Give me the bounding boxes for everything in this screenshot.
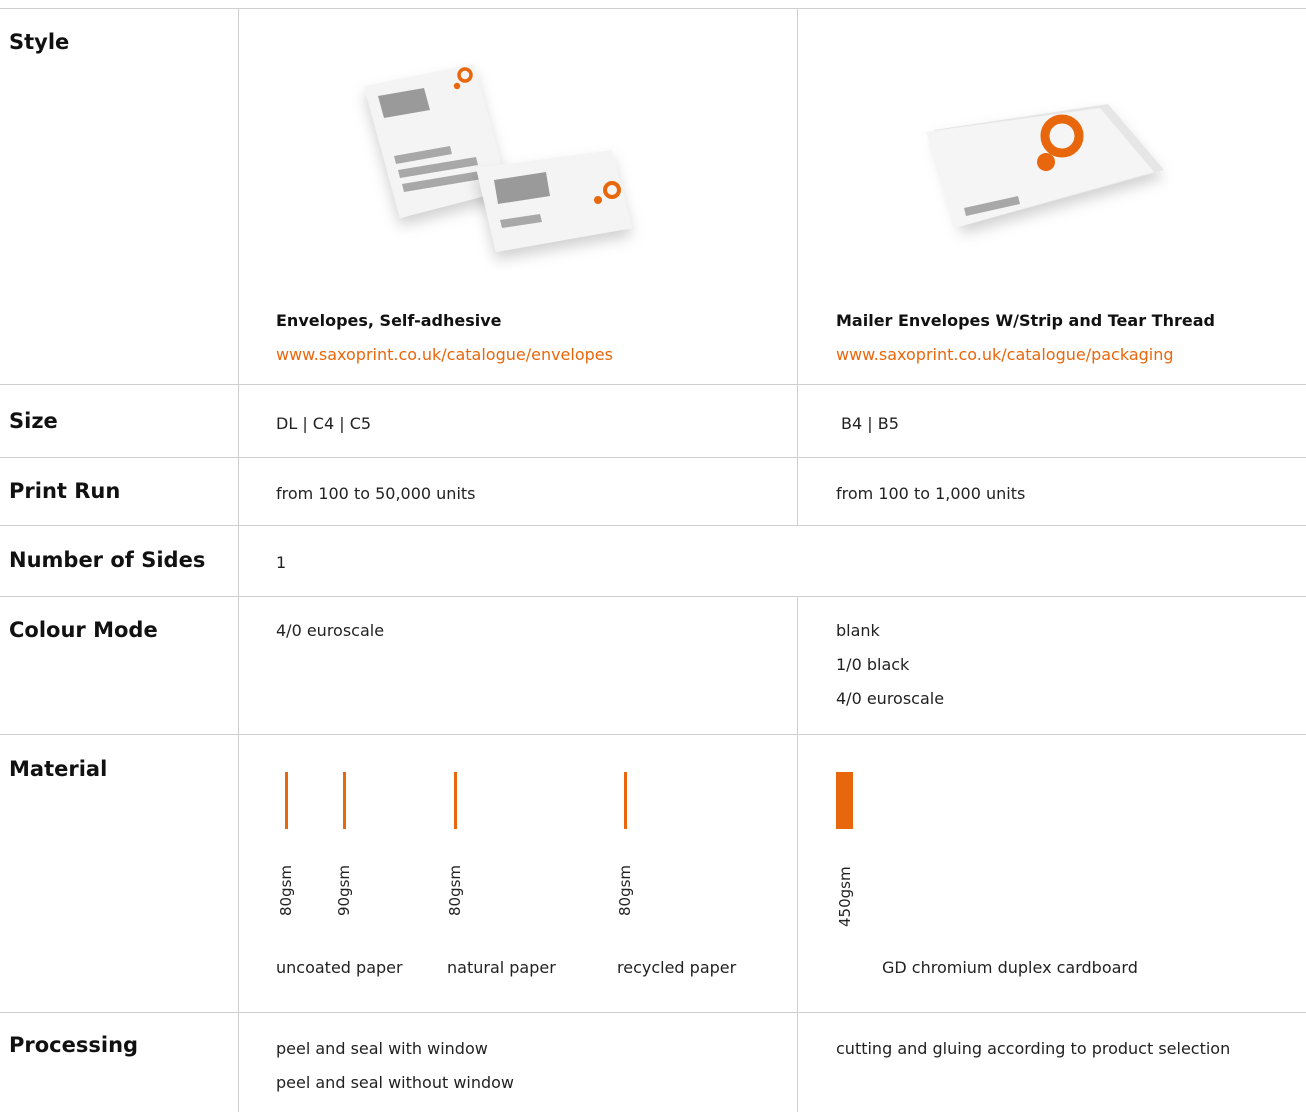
material-gsm-label: 80gsm	[616, 864, 634, 916]
material-weight-bar	[836, 772, 853, 829]
sides-value: 1	[276, 553, 287, 572]
divider	[0, 1012, 1306, 1013]
material-name: uncoated paper	[276, 958, 403, 977]
product-title: Mailer Envelopes W/Strip and Tear Thread	[836, 311, 1215, 330]
divider	[0, 525, 1306, 526]
processing-item: peel and seal with window	[276, 1039, 488, 1058]
divider	[0, 457, 1306, 458]
size-value: DL | C4 | C5	[276, 414, 372, 433]
row-label-number-of-sides: Number of Sides	[9, 548, 206, 572]
colour-mode-list: 4/0 euroscale	[276, 614, 384, 648]
material-gsm-label: 80gsm	[277, 864, 295, 916]
material-weight-bar	[454, 772, 457, 829]
divider	[0, 734, 1306, 735]
colour-mode-item: 4/0 euroscale	[836, 689, 945, 708]
divider	[0, 8, 1306, 9]
mailer-envelope-image	[926, 104, 1164, 228]
column-divider	[797, 8, 798, 526]
row-label-size: Size	[9, 409, 58, 433]
material-gsm-label: 80gsm	[446, 864, 464, 916]
material-name: recycled paper	[617, 958, 737, 977]
material-weight-bar	[624, 772, 627, 829]
row-label-processing: Processing	[9, 1033, 139, 1057]
processing-list: peel and seal with window peel and seal …	[276, 1032, 514, 1100]
processing-item: peel and seal without window	[276, 1073, 515, 1092]
size-value: B4 | B5	[841, 414, 899, 433]
material-gsm-label: 90gsm	[335, 864, 353, 916]
colour-mode-item: blank	[836, 621, 880, 640]
column-divider	[797, 596, 798, 1112]
colour-mode-list: blank 1/0 black 4/0 euroscale	[836, 614, 944, 716]
material-gsm-label: 450gsm	[836, 866, 854, 927]
product-link[interactable]: www.saxoprint.co.uk/catalogue/packaging	[836, 345, 1174, 364]
column-divider	[238, 8, 239, 1112]
divider	[0, 384, 1306, 385]
product-title: Envelopes, Self-adhesive	[276, 311, 502, 330]
row-label-material: Material	[9, 757, 108, 781]
row-label-style: Style	[9, 30, 70, 54]
row-label-colour-mode: Colour Mode	[9, 618, 158, 642]
processing-item: cutting and gluing according to product …	[836, 1039, 1231, 1058]
material-name: GD chromium duplex cardboard	[882, 958, 1138, 977]
divider	[0, 596, 1306, 597]
material-weight-bar	[343, 772, 346, 829]
print-run-value: from 100 to 50,000 units	[276, 484, 476, 503]
print-run-value: from 100 to 1,000 units	[836, 484, 1026, 503]
material-name: natural paper	[447, 958, 556, 977]
row-label-print-run: Print Run	[9, 479, 121, 503]
material-weight-bar	[285, 772, 288, 829]
product-link[interactable]: www.saxoprint.co.uk/catalogue/envelopes	[276, 345, 613, 364]
envelope-pair-image	[364, 64, 632, 252]
colour-mode-item: 1/0 black	[836, 655, 910, 674]
processing-list: cutting and gluing according to product …	[836, 1032, 1230, 1066]
colour-mode-item: 4/0 euroscale	[276, 621, 385, 640]
